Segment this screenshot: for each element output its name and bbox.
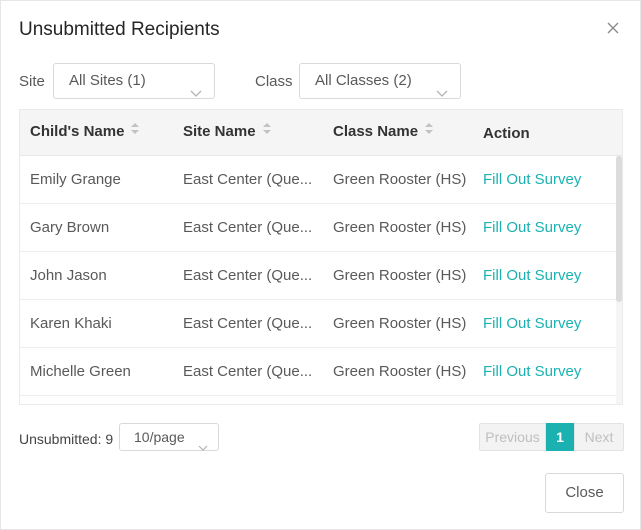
unsubmitted-count: Unsubmitted: 9 (19, 431, 114, 447)
fill-out-survey-link[interactable]: Fill Out Survey (483, 300, 613, 347)
class-filter-label: Class (255, 73, 293, 90)
sort-icon[interactable] (262, 110, 272, 153)
current-page-button[interactable]: 1 (546, 423, 574, 451)
close-icon[interactable] (606, 21, 620, 35)
table-row: Michelle Green East Center (Que... Green… (20, 348, 616, 396)
sort-icon[interactable] (424, 110, 434, 153)
table-row: Gary Brown East Center (Que... Green Roo… (20, 204, 616, 252)
sort-icon[interactable] (130, 110, 140, 153)
child-name-cell: Gary Brown (30, 219, 110, 236)
child-name-cell: Michelle Green (30, 363, 131, 380)
fill-out-survey-link[interactable]: Fill Out Survey (483, 204, 613, 251)
chevron-down-icon (198, 434, 208, 460)
fill-out-survey-link[interactable]: Fill Out Survey (483, 156, 613, 203)
column-header-label: Child's Name (30, 123, 125, 140)
previous-page-button[interactable]: Previous (479, 423, 546, 451)
column-header-child-name[interactable]: Child's Name (30, 110, 170, 156)
class-name-cell: Green Rooster (HS) (333, 315, 467, 332)
page-size-select[interactable]: 10/page (119, 423, 219, 451)
class-name-cell: Green Rooster (HS) (333, 171, 467, 188)
next-page-button[interactable]: Next (574, 423, 624, 451)
site-name-cell: East Center (Que... (183, 363, 311, 380)
site-select-value: All Sites (1) (69, 72, 146, 89)
table-row: Emily Grange East Center (Que... Green R… (20, 156, 616, 204)
column-header-class-name[interactable]: Class Name (333, 110, 473, 156)
dialog-title: Unsubmitted Recipients (19, 19, 220, 40)
class-select[interactable]: All Classes (2) (299, 63, 461, 99)
class-name-cell: Green Rooster (HS) (333, 267, 467, 284)
column-header-label: Class Name (333, 123, 419, 140)
close-button[interactable]: Close (545, 473, 624, 513)
child-name-cell: Karen Khaki (30, 315, 112, 332)
site-name-cell: East Center (Que... (183, 267, 311, 284)
child-name-cell: John Jason (30, 267, 107, 284)
child-name-cell: Emily Grange (30, 171, 121, 188)
class-select-value: All Classes (2) (315, 72, 412, 89)
chevron-down-icon (190, 77, 202, 111)
column-header-action: Action (483, 125, 530, 142)
scrollbar-thumb[interactable] (616, 156, 622, 302)
class-name-cell: Green Rooster (HS) (333, 219, 467, 236)
fill-out-survey-link[interactable]: Fill Out Survey (483, 252, 613, 299)
recipients-table: Child's Name Site Name Class Name Action… (19, 109, 623, 405)
chevron-down-icon (436, 77, 448, 111)
table-header: Child's Name Site Name Class Name Action (20, 110, 622, 156)
site-select[interactable]: All Sites (1) (53, 63, 215, 99)
class-name-cell: Green Rooster (HS) (333, 363, 467, 380)
table-row: John Jason East Center (Que... Green Roo… (20, 252, 616, 300)
table-scrollbar[interactable] (616, 156, 622, 404)
column-header-label: Site Name (183, 123, 256, 140)
fill-out-survey-link[interactable]: Fill Out Survey (483, 348, 613, 395)
site-name-cell: East Center (Que... (183, 171, 311, 188)
table-body: Emily Grange East Center (Que... Green R… (20, 156, 616, 396)
site-name-cell: East Center (Que... (183, 315, 311, 332)
table-row: Karen Khaki East Center (Que... Green Ro… (20, 300, 616, 348)
column-header-site-name[interactable]: Site Name (183, 110, 311, 156)
site-filter-label: Site (19, 73, 45, 90)
pagination: Previous 1 Next (479, 423, 624, 451)
unsubmitted-recipients-dialog: Unsubmitted Recipients Site All Sites (1… (0, 0, 641, 530)
site-name-cell: East Center (Que... (183, 219, 311, 236)
page-size-value: 10/page (134, 429, 185, 445)
